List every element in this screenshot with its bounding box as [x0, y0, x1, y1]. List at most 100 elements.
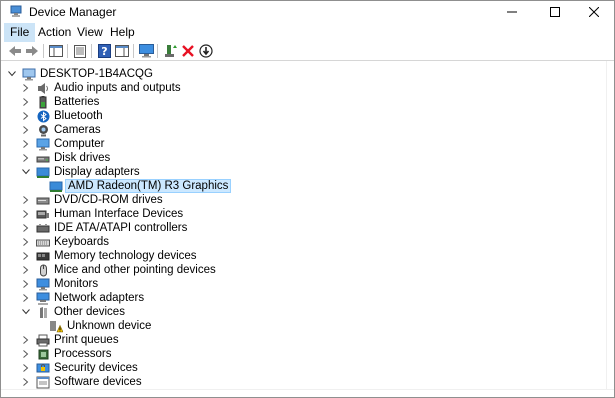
status-strip: [1, 389, 614, 397]
help-icon[interactable]: ?: [96, 43, 112, 59]
hid-icon: [36, 208, 50, 221]
memory-icon: [36, 250, 50, 263]
tree-category-label: Human Interface Devices: [54, 208, 184, 220]
maximize-button[interactable]: [535, 1, 575, 23]
processor-icon: [36, 348, 50, 361]
chevron-right-icon[interactable]: [21, 235, 31, 249]
chevron-right-icon[interactable]: [21, 291, 31, 305]
tree-category-label: Software devices: [54, 376, 142, 388]
menu-view[interactable]: View: [72, 23, 108, 42]
tree-category-label: Audio inputs and outputs: [54, 82, 181, 94]
vertical-scrollbar[interactable]: [606, 61, 614, 389]
tree-category[interactable]: Network adapters: [21, 291, 145, 305]
device-manager-app-icon: [9, 5, 23, 18]
tree-category-label: Cameras: [54, 124, 101, 136]
minimize-button[interactable]: [492, 1, 532, 23]
tree-category[interactable]: Computer: [21, 137, 106, 151]
tree-category[interactable]: Security devices: [21, 361, 139, 375]
tree-category-label: IDE ATA/ATAPI controllers: [54, 222, 188, 234]
chevron-right-icon[interactable]: [21, 361, 31, 375]
tree-device-item[interactable]: AMD Radeon(TM) R3 Graphics: [49, 179, 232, 193]
bluetooth-icon: [36, 110, 50, 123]
chevron-right-icon[interactable]: [21, 123, 31, 137]
show-hide-console-tree-icon[interactable]: [48, 43, 64, 59]
tree-category-label: DVD/CD-ROM drives: [54, 194, 163, 206]
close-button[interactable]: [574, 1, 614, 23]
tree-category[interactable]: DVD/CD-ROM drives: [21, 193, 164, 207]
chevron-right-icon[interactable]: [21, 81, 31, 95]
window-title: Device Manager: [29, 5, 117, 19]
chevron-right-icon[interactable]: [21, 207, 31, 221]
chevron-right-icon[interactable]: [21, 263, 31, 277]
toolbar-separator: [67, 44, 68, 58]
toolbar-separator: [91, 44, 92, 58]
tree-category[interactable]: Display adapters: [21, 165, 141, 179]
chevron-right-icon[interactable]: [21, 333, 31, 347]
tree-category[interactable]: Print queues: [21, 333, 120, 347]
tree-root[interactable]: DESKTOP-1B4ACQG: [7, 67, 154, 81]
chevron-down-icon[interactable]: [21, 305, 31, 319]
tree-category[interactable]: IDE ATA/ATAPI controllers: [21, 221, 188, 235]
chevron-right-icon[interactable]: [21, 95, 31, 109]
tree-category[interactable]: Processors: [21, 347, 113, 361]
tree-category[interactable]: Batteries: [21, 95, 100, 109]
tree-category-label: Print queues: [54, 334, 119, 346]
tree-category-label: Memory technology devices: [54, 250, 197, 262]
chevron-right-icon[interactable]: [21, 277, 31, 291]
camera-icon: [36, 124, 50, 137]
chevron-right-icon[interactable]: [21, 109, 31, 123]
tree-category-label: Processors: [54, 348, 112, 360]
chevron-right-icon[interactable]: [21, 347, 31, 361]
menu-file[interactable]: File: [4, 23, 36, 42]
chevron-right-icon[interactable]: [21, 193, 31, 207]
computer-icon: [36, 138, 50, 151]
chevron-down-icon[interactable]: [7, 67, 17, 81]
chevron-right-icon[interactable]: [21, 249, 31, 263]
properties-icon[interactable]: [72, 43, 88, 59]
security-device-icon: [36, 362, 50, 375]
tree-category[interactable]: Keyboards: [21, 235, 110, 249]
tree-category-label: Display adapters: [54, 166, 140, 178]
tree-category-label: Other devices: [54, 306, 125, 318]
display-adapter-icon: [49, 180, 63, 193]
network-adapter-icon: [36, 292, 50, 305]
tree-category[interactable]: Monitors: [21, 277, 99, 291]
chevron-right-icon[interactable]: [21, 151, 31, 165]
disable-device-icon[interactable]: [198, 43, 214, 59]
tree-category[interactable]: Mice and other pointing devices: [21, 263, 217, 277]
tree-category[interactable]: Other devices: [21, 305, 126, 319]
menu-action[interactable]: Action: [33, 23, 76, 42]
monitor-icon: [36, 278, 50, 291]
update-driver-icon[interactable]: [163, 43, 179, 59]
back-arrow-icon[interactable]: [7, 43, 23, 59]
tree-category-label: Network adapters: [54, 292, 145, 304]
action-pane-icon[interactable]: [114, 43, 130, 59]
tree-category-label: Security devices: [54, 362, 138, 374]
scan-hardware-changes-icon[interactable]: [138, 43, 154, 59]
menu-help[interactable]: Help: [105, 23, 140, 42]
keyboard-icon: [36, 236, 50, 249]
mouse-icon: [36, 264, 50, 277]
svg-text:?: ?: [101, 45, 107, 58]
chevron-right-icon[interactable]: [21, 375, 31, 389]
forward-arrow-icon[interactable]: [24, 43, 40, 59]
title-bar[interactable]: Device Manager: [1, 1, 614, 23]
tree-category[interactable]: Cameras: [21, 123, 102, 137]
dvd-drive-icon: [36, 194, 50, 207]
tree-category[interactable]: Bluetooth: [21, 109, 104, 123]
device-tree: DESKTOP-1B4ACQG Audio inputs and outputs…: [1, 61, 607, 389]
tree-category[interactable]: Human Interface Devices: [21, 207, 184, 221]
chevron-down-icon[interactable]: [21, 165, 31, 179]
tree-category-label: Keyboards: [54, 236, 109, 248]
battery-icon: [36, 95, 50, 109]
chevron-right-icon[interactable]: [21, 137, 31, 151]
uninstall-device-icon[interactable]: [180, 43, 196, 59]
tree-category[interactable]: Software devices: [21, 375, 143, 389]
chevron-right-icon[interactable]: [21, 221, 31, 235]
tree-category[interactable]: Disk drives: [21, 151, 111, 165]
toolbar-separator: [133, 44, 134, 58]
tree-device-item[interactable]: Unknown device: [49, 319, 152, 333]
tree-category[interactable]: Audio inputs and outputs: [21, 81, 182, 95]
tree-category[interactable]: Memory technology devices: [21, 249, 198, 263]
tree-root-label: DESKTOP-1B4ACQG: [40, 68, 153, 80]
